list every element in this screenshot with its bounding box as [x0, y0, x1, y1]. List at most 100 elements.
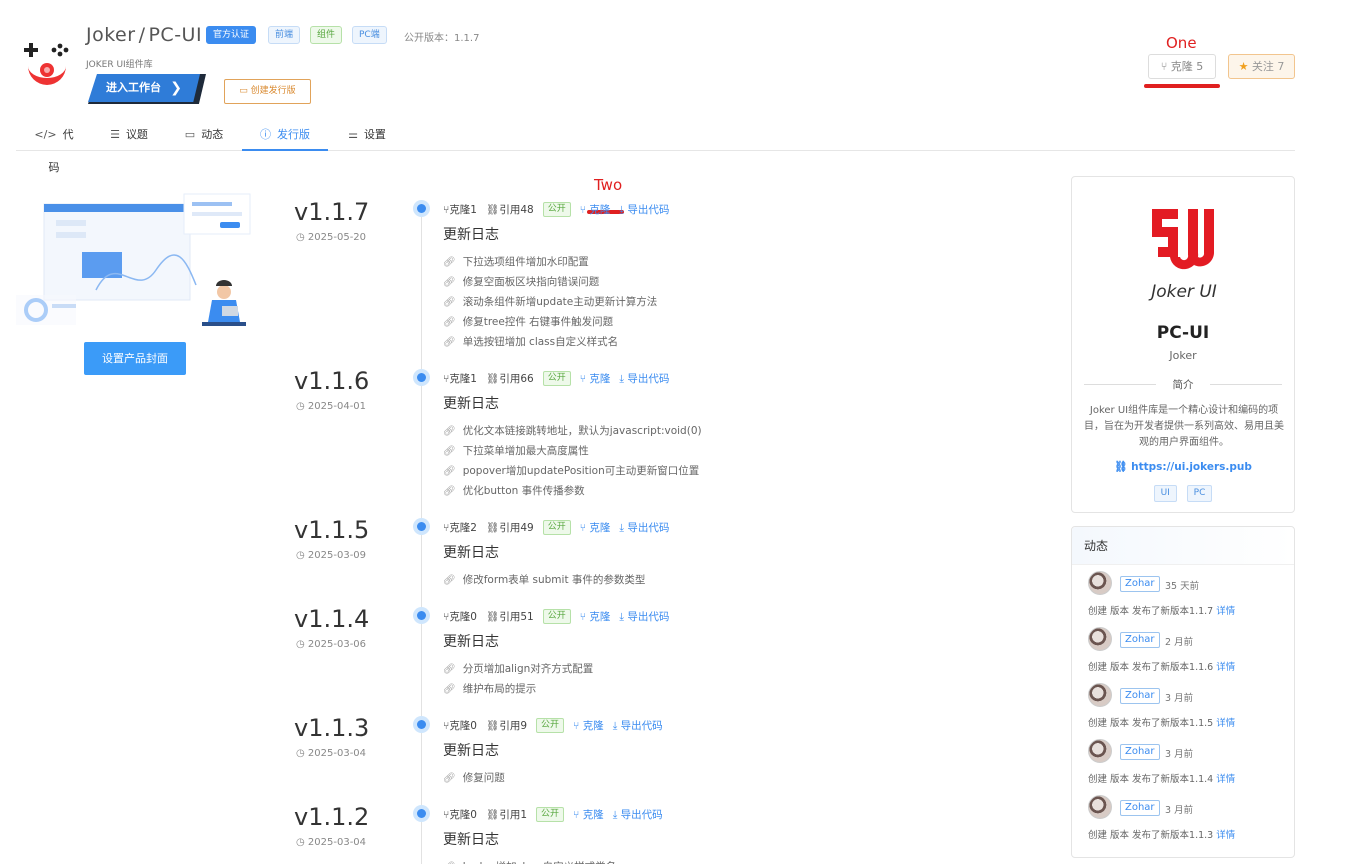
activity-user[interactable]: Zohar	[1120, 632, 1160, 648]
activity-user[interactable]: Zohar	[1120, 800, 1160, 816]
enter-workspace-button[interactable]: 进入工作台 ❯	[88, 74, 206, 104]
timeline-dot	[413, 716, 430, 733]
release-version: v1.1.5	[294, 516, 370, 544]
clock-icon: ◷	[296, 639, 308, 650]
link-icon: 🔗︎	[443, 486, 456, 497]
clock-icon: ◷	[296, 748, 308, 759]
detail-link[interactable]: 详情	[1216, 830, 1235, 841]
clone-link[interactable]: ⑂ 克隆	[580, 202, 611, 217]
star-icon: ★	[1238, 60, 1252, 73]
changelog-item: 🔗︎ 优化button 事件传播参数	[443, 485, 585, 497]
changelog-list: 🔗︎ 修改form表单 submit 事件的参数类型	[443, 570, 645, 590]
release-meta: ⑂克隆1 ⛓引用66 公开 ⑂ 克隆 ⤓ 导出代码	[443, 371, 678, 386]
activity-description: 创建 版本 发布了新版本1.1.3 详情	[1088, 830, 1236, 841]
joker-logo-icon	[24, 43, 69, 86]
avatar[interactable]	[1088, 739, 1112, 763]
activity-time: 3 月前	[1165, 693, 1194, 704]
detail-link[interactable]: 详情	[1216, 606, 1235, 617]
activity-description: 创建 版本 发布了新版本1.1.7 详情	[1088, 606, 1236, 617]
timeline-dot	[413, 200, 430, 217]
link-icon: ⛓	[486, 611, 500, 623]
logo-text: Joker UI	[1148, 282, 1217, 302]
clone-count: ⑂克隆0	[443, 809, 477, 821]
chevron-right-icon: ❯	[170, 80, 182, 96]
follow-button[interactable]: ★ 关注 7	[1228, 54, 1295, 79]
clock-icon: ◷	[296, 837, 308, 848]
card-description: Joker UI组件库是一个精心设计和编码的项目，旨在为开发者提供一系列高效、易…	[1084, 405, 1284, 448]
tab-code[interactable]: </> 代码	[30, 118, 78, 174]
clone-link[interactable]: ⑂ 克隆	[580, 520, 611, 535]
link-icon: ⛓	[1114, 461, 1132, 473]
tab-releases[interactable]: ⓘ 发行版	[242, 118, 328, 151]
clone-link[interactable]: ⑂ 克隆	[580, 371, 611, 386]
link-icon: 🔗︎	[443, 466, 456, 477]
fork-icon: ⑂	[579, 522, 590, 534]
card-tag-ui[interactable]: UI	[1153, 485, 1177, 502]
clone-link[interactable]: ⑂ 克隆	[580, 609, 611, 624]
public-badge: 公开	[542, 609, 571, 624]
changelog-item: 🔗︎ 优化文本链接跳转地址，默认为javascript:void(0)	[443, 425, 702, 437]
avatar[interactable]	[1088, 683, 1112, 707]
create-release-button[interactable]: ▭ 创建发行版	[224, 79, 311, 104]
activity-description: 创建 版本 发布了新版本1.1.5 详情	[1088, 718, 1236, 729]
reference-count: ⛓引用1	[486, 809, 528, 821]
clock-icon: ◷	[296, 550, 308, 561]
activity-user[interactable]: Zohar	[1120, 744, 1160, 760]
release-version: v1.1.3	[294, 714, 370, 742]
release-version: v1.1.7	[294, 198, 370, 226]
export-code-link[interactable]: ⤓ 导出代码	[613, 807, 663, 822]
release-date: ◷ 2025-03-04	[296, 748, 367, 759]
release-date: ◷ 2025-03-09	[296, 550, 367, 561]
changelog-item: 🔗︎ 下拉菜单增加最大高度属性	[443, 445, 589, 457]
clone-link[interactable]: ⑂ 克隆	[573, 807, 604, 822]
link-icon: ⛓	[486, 373, 500, 385]
code-icon: </>	[34, 128, 57, 141]
timeline-dot	[413, 607, 430, 624]
activity-title: 动态	[1072, 527, 1294, 565]
export-code-link[interactable]: ⤓ 导出代码	[619, 520, 669, 535]
detail-link[interactable]: 详情	[1216, 718, 1235, 729]
set-cover-button[interactable]: 设置产品封面	[84, 342, 186, 375]
detail-link[interactable]: 详情	[1216, 774, 1235, 785]
changelog-list: 🔗︎badge增加class自定义样式类名	[443, 857, 616, 864]
fork-icon: ⑂	[579, 204, 590, 216]
public-badge: 公开	[536, 718, 565, 733]
link-icon: ⛓	[486, 809, 500, 821]
clone-link[interactable]: ⑂ 克隆	[573, 718, 604, 733]
tab-issues[interactable]: ☰ 议题	[104, 118, 154, 151]
avatar[interactable]	[1088, 795, 1112, 819]
export-code-link[interactable]: ⤓ 导出代码	[613, 718, 663, 733]
card-tag-pc[interactable]: PC	[1186, 485, 1213, 502]
export-code-link[interactable]: ⤓ 导出代码	[619, 371, 669, 386]
reference-count: ⛓引用51	[486, 611, 534, 623]
activity-time: 35 天前	[1165, 581, 1200, 592]
avatar[interactable]	[1088, 571, 1112, 595]
tab-bar: </> 代码 ☰ 议题 ▭ 动态 ⓘ 发行版 ⚌ 设置	[16, 118, 1295, 174]
export-code-link[interactable]: ⤓ 导出代码	[619, 202, 669, 217]
card-tags: UI PC	[1072, 484, 1294, 502]
activity-item: Zohar 3 月前 创建 版本 发布了新版本1.1.4 详情	[1088, 739, 1288, 789]
activity-time: 3 月前	[1165, 805, 1194, 816]
clone-button[interactable]: ⑂ 克隆 5	[1148, 54, 1216, 79]
changelog-item: 🔗︎ 修复问题	[443, 772, 505, 784]
reference-count: ⛓引用66	[486, 373, 534, 385]
changelog-title: 更新日志	[443, 634, 499, 650]
card-url-link[interactable]: ⛓ https://ui.jokers.pub	[1072, 460, 1294, 473]
fork-icon: ⑂	[579, 611, 590, 623]
timeline-dot	[413, 518, 430, 535]
annotation-two: Two	[594, 176, 623, 194]
fork-icon: ⑂	[573, 809, 583, 821]
link-icon: 🔗︎	[443, 317, 456, 328]
changelog-item: 🔗︎badge增加class自定义样式类名	[443, 857, 616, 864]
activity-user[interactable]: Zohar	[1120, 576, 1160, 592]
tab-activity[interactable]: ▭ 动态	[180, 118, 228, 151]
activity-user[interactable]: Zohar	[1120, 688, 1160, 704]
detail-link[interactable]: 详情	[1216, 662, 1235, 673]
changelog-list: 🔗︎ 分页增加align对齐方式配置 🔗︎ 维护布局的提示	[443, 659, 593, 699]
changelog-list: 🔗︎ 修复问题	[443, 768, 505, 788]
export-code-link[interactable]: ⤓ 导出代码	[619, 609, 669, 624]
project-card: Joker UI PC-UI Joker 简介 Joker UI组件库是一个精心…	[1071, 176, 1295, 513]
tab-settings[interactable]: ⚌ 设置	[342, 118, 392, 151]
reference-count: ⛓引用49	[486, 522, 534, 534]
avatar[interactable]	[1088, 627, 1112, 651]
